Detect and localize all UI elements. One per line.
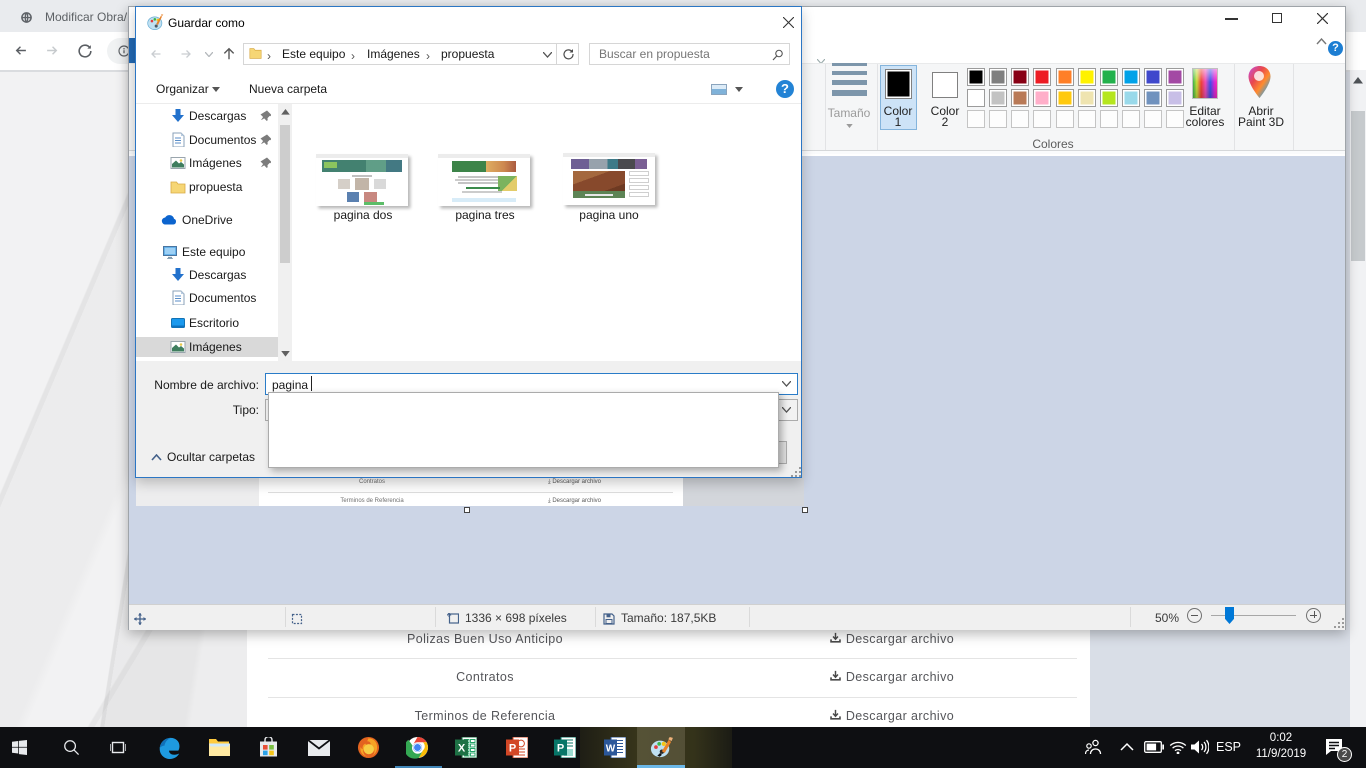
svg-text:W: W <box>606 744 616 755</box>
svg-text:X: X <box>458 743 466 755</box>
svg-text:P: P <box>557 743 564 755</box>
svg-text:P: P <box>509 743 516 755</box>
